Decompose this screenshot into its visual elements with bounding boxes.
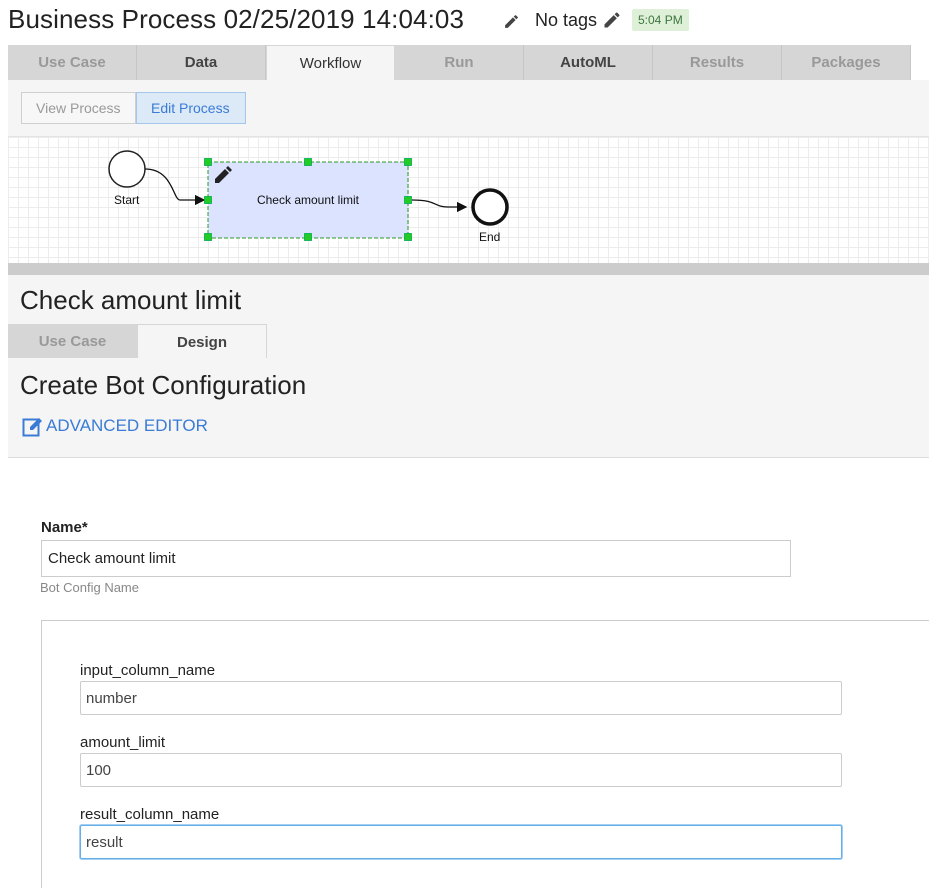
workflow-toolbar: View Process Edit Process <box>8 80 929 136</box>
time-badge: 5:04 PM <box>632 9 689 31</box>
tab-automl[interactable]: AutoML <box>524 45 653 80</box>
view-process-button[interactable]: View Process <box>21 92 136 124</box>
tab-run[interactable]: Run <box>395 45 524 80</box>
edit-tags-pencil-icon[interactable] <box>602 10 622 30</box>
task-detail-panel: Check amount limit Use Case Design Creat… <box>8 275 929 457</box>
config-title: Create Bot Configuration <box>20 370 307 400</box>
amount-limit-field[interactable] <box>80 753 842 787</box>
name-field-label: Name* <box>41 519 88 536</box>
name-input[interactable] <box>41 540 791 577</box>
process-diagram[interactable]: Start Check amount limit End <box>8 136 929 263</box>
edit-title-pencil-icon[interactable] <box>503 13 520 30</box>
task-label: Check amount limit <box>256 193 360 207</box>
tab-results[interactable]: Results <box>653 45 782 80</box>
tab-use-case[interactable]: Use Case <box>8 45 137 80</box>
advanced-editor-label: ADVANCED EDITOR <box>46 416 208 435</box>
page-title: Business Process 02/25/2019 14:04:03 <box>8 4 465 34</box>
start-event-label: Start <box>114 193 140 207</box>
task-tabs: Use Case Design <box>8 324 929 358</box>
tab-workflow[interactable]: Workflow <box>266 45 395 81</box>
name-help-text: Bot Config Name <box>40 580 139 595</box>
start-event[interactable] <box>108 150 146 188</box>
task-tab-use-case[interactable]: Use Case <box>8 324 137 358</box>
main-tabs: Use Case Data Workflow Run AutoML Result… <box>8 45 929 81</box>
end-event[interactable] <box>471 188 509 226</box>
start-to-task-connector[interactable] <box>144 168 206 206</box>
amount-limit-label: amount_limit <box>80 734 166 751</box>
tab-packages[interactable]: Packages <box>782 45 911 80</box>
end-event-label: End <box>479 230 501 244</box>
input-column-name-field[interactable] <box>80 681 842 715</box>
tab-data[interactable]: Data <box>137 45 266 80</box>
section-divider <box>8 457 929 458</box>
input-column-name-label: input_column_name <box>80 662 216 679</box>
task-tab-design[interactable]: Design <box>137 324 267 358</box>
task-to-end-connector[interactable] <box>411 199 468 213</box>
edit-document-icon <box>22 416 44 443</box>
result-column-name-field[interactable] <box>80 825 842 859</box>
edit-process-button[interactable]: Edit Process <box>136 92 246 124</box>
result-column-name-label: result_column_name <box>80 806 220 823</box>
panel-divider[interactable] <box>8 263 929 275</box>
task-title: Check amount limit <box>20 285 242 315</box>
tags-label: No tags <box>535 10 598 30</box>
page-header: Business Process 02/25/2019 14:04:03 No … <box>0 0 929 44</box>
